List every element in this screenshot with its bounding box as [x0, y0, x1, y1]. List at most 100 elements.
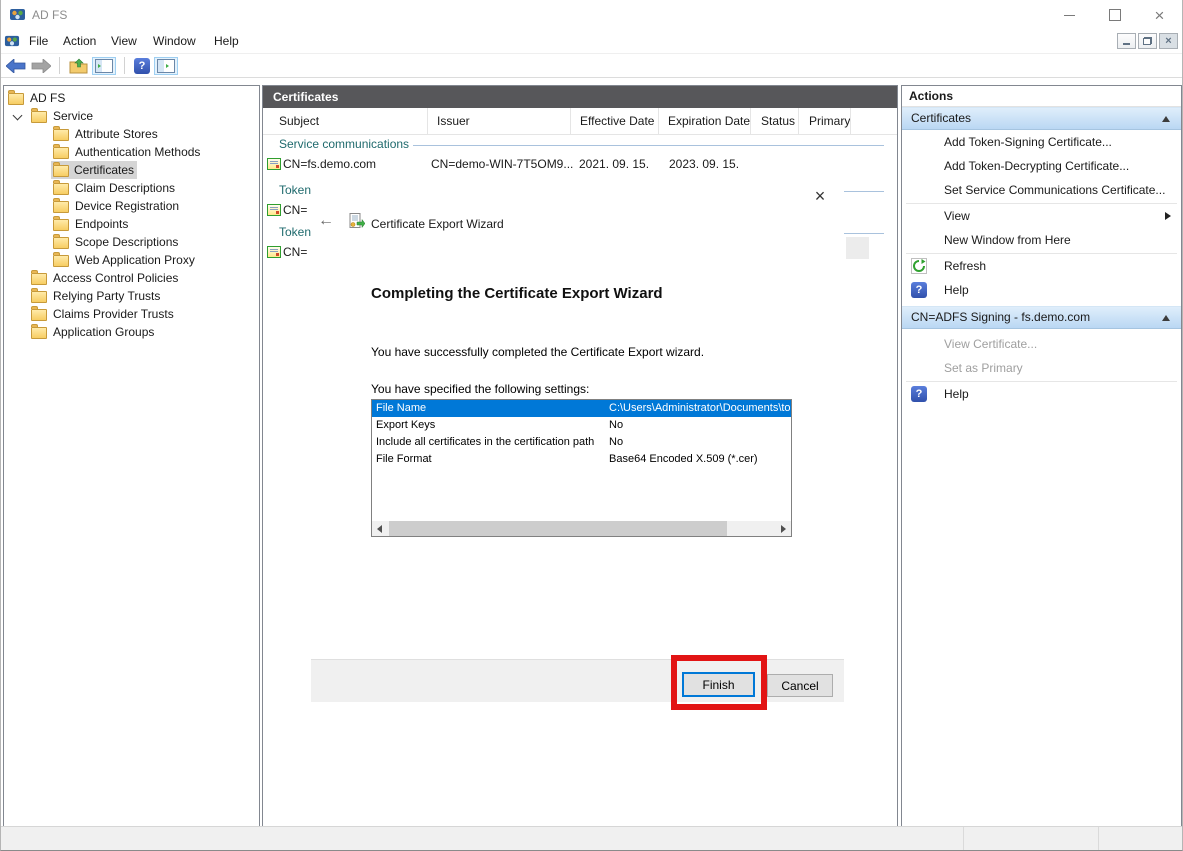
action-view[interactable]: View	[902, 204, 1181, 228]
toolbar-separator	[124, 57, 125, 74]
status-bar-separator	[963, 827, 964, 850]
scroll-right-icon[interactable]	[776, 521, 791, 536]
certificate-export-wizard-icon	[349, 213, 365, 229]
tree-item-certificates[interactable]: Certificates	[4, 161, 259, 179]
window-title: AD FS	[32, 8, 67, 22]
action-help-2[interactable]: ? Help	[902, 382, 1181, 406]
tree-item-device-registration[interactable]: Device Registration	[4, 197, 259, 215]
column-subject[interactable]: Subject	[263, 108, 428, 134]
settings-row-export-keys[interactable]: Export Keys No	[372, 417, 791, 434]
action-set-service-communications[interactable]: Set Service Communications Certificate..…	[902, 178, 1181, 202]
column-expiration-date[interactable]: Expiration Date	[659, 108, 751, 134]
tree-item-adfs[interactable]: AD FS	[4, 89, 259, 107]
back-button[interactable]	[6, 56, 26, 76]
help-button[interactable]: ?	[134, 56, 150, 76]
folder-icon	[53, 183, 69, 195]
help-icon: ?	[911, 282, 927, 298]
show-console-tree-toggle[interactable]	[92, 57, 116, 75]
status-bar-separator	[1098, 827, 1099, 850]
settings-row-file-name[interactable]: File Name C:\Users\Administrator\Documen…	[372, 400, 791, 417]
mmc-window-controls: ×	[1117, 33, 1178, 49]
wizard-back-arrow-icon[interactable]: ←	[318, 212, 334, 230]
menu-view[interactable]: View	[105, 30, 143, 53]
tree-item-authentication-methods[interactable]: Authentication Methods	[4, 143, 259, 161]
collapse-caret-icon[interactable]	[1162, 315, 1170, 321]
actions-section-adfs-signing[interactable]: CN=ADFS Signing - fs.demo.com	[902, 306, 1181, 329]
certificate-icon	[267, 204, 281, 216]
folder-icon	[53, 129, 69, 141]
folder-icon	[53, 255, 69, 267]
action-pane-icon	[157, 59, 175, 73]
adfs-app-icon-small	[4, 33, 20, 49]
action-add-token-signing[interactable]: Add Token-Signing Certificate...	[902, 130, 1181, 154]
horizontal-scrollbar[interactable]	[372, 521, 791, 536]
toolbar-separator	[59, 57, 60, 74]
actions-pane-title: Actions	[902, 86, 1181, 107]
folder-icon	[8, 93, 24, 105]
collapse-caret-icon[interactable]	[1162, 116, 1170, 122]
certificate-icon	[267, 246, 281, 258]
maximize-button[interactable]	[1092, 0, 1137, 30]
actions-pane: Actions Certificates Add Token-Signing C…	[901, 85, 1182, 827]
menu-action[interactable]: Action	[57, 30, 102, 53]
action-view-certificate: View Certificate...	[902, 332, 1181, 356]
actions-section-certificates[interactable]: Certificates	[902, 107, 1181, 130]
action-help[interactable]: ? Help	[902, 278, 1181, 302]
column-status[interactable]: Status	[751, 108, 799, 134]
action-set-as-primary: Set as Primary	[902, 356, 1181, 380]
group-service-communications: Service communications	[263, 136, 897, 154]
tree-item-endpoints[interactable]: Endpoints	[4, 215, 259, 233]
column-primary[interactable]: Primary	[799, 108, 851, 134]
tree-item-application-groups[interactable]: Application Groups	[4, 323, 259, 341]
export-list-button[interactable]	[69, 56, 88, 76]
tree-item-relying-party-trusts[interactable]: Relying Party Trusts	[4, 287, 259, 305]
folder-icon	[31, 309, 47, 321]
refresh-icon	[911, 258, 927, 274]
action-refresh[interactable]: Refresh	[902, 254, 1181, 278]
certificates-list-pane: Certificates Subject Issuer Effective Da…	[262, 85, 898, 827]
menu-help[interactable]: Help	[208, 30, 245, 53]
chevron-expanded-icon[interactable]	[13, 111, 23, 121]
minimize-button[interactable]	[1047, 0, 1092, 30]
tree-item-access-control-policies[interactable]: Access Control Policies	[4, 269, 259, 287]
tree-item-scope-descriptions[interactable]: Scope Descriptions	[4, 233, 259, 251]
settings-listview: File Name C:\Users\Administrator\Documen…	[371, 399, 792, 537]
mmc-close-button[interactable]: ×	[1159, 33, 1178, 49]
menubar: File Action View Window Help ×	[1, 30, 1182, 54]
console-tree-icon	[95, 59, 113, 73]
scrollbar-thumb[interactable]	[389, 521, 727, 536]
column-issuer[interactable]: Issuer	[428, 108, 571, 134]
group-divider-line	[413, 145, 884, 146]
finish-button[interactable]: Finish	[682, 672, 755, 697]
settings-row-file-format[interactable]: File Format Base64 Encoded X.509 (*.cer)	[372, 451, 791, 468]
scrollbar-track[interactable]	[387, 521, 776, 536]
action-new-window[interactable]: New Window from Here	[902, 228, 1181, 252]
action-add-token-decrypting[interactable]: Add Token-Decrypting Certificate...	[902, 154, 1181, 178]
column-effective-date[interactable]: Effective Date	[571, 108, 659, 134]
forward-button[interactable]	[31, 56, 51, 76]
tree-item-attribute-stores[interactable]: Attribute Stores	[4, 125, 259, 143]
mmc-restore-button[interactable]	[1138, 33, 1157, 49]
settings-row-include-certificates[interactable]: Include all certificates in the certific…	[372, 434, 791, 451]
wizard-heading: Completing the Certificate Export Wizard	[371, 285, 663, 302]
wizard-close-icon[interactable]: ×	[809, 185, 831, 207]
wizard-title: Certificate Export Wizard	[371, 217, 504, 231]
mmc-minimize-button[interactable]	[1117, 33, 1136, 49]
tree-item-claims-provider-trusts[interactable]: Claims Provider Trusts	[4, 305, 259, 323]
export-folder-icon	[69, 58, 88, 74]
tree-item-web-application-proxy[interactable]: Web Application Proxy	[4, 251, 259, 269]
tree-item-service[interactable]: Service	[4, 107, 259, 125]
menu-file[interactable]: File	[23, 30, 54, 53]
certificate-row[interactable]: CN=fs.demo.com CN=demo-WIN-7T5OM9... 202…	[263, 156, 897, 174]
folder-icon	[53, 165, 69, 177]
tree-item-claim-descriptions[interactable]: Claim Descriptions	[4, 179, 259, 197]
show-action-pane-toggle[interactable]	[154, 57, 178, 75]
status-bar	[1, 826, 1182, 850]
help-icon: ?	[911, 386, 927, 402]
close-button[interactable]: ×	[1137, 0, 1182, 30]
scroll-left-icon[interactable]	[372, 521, 387, 536]
folder-icon	[53, 201, 69, 213]
folder-icon	[31, 111, 47, 123]
cancel-button[interactable]: Cancel	[767, 674, 833, 697]
menu-window[interactable]: Window	[147, 30, 202, 53]
